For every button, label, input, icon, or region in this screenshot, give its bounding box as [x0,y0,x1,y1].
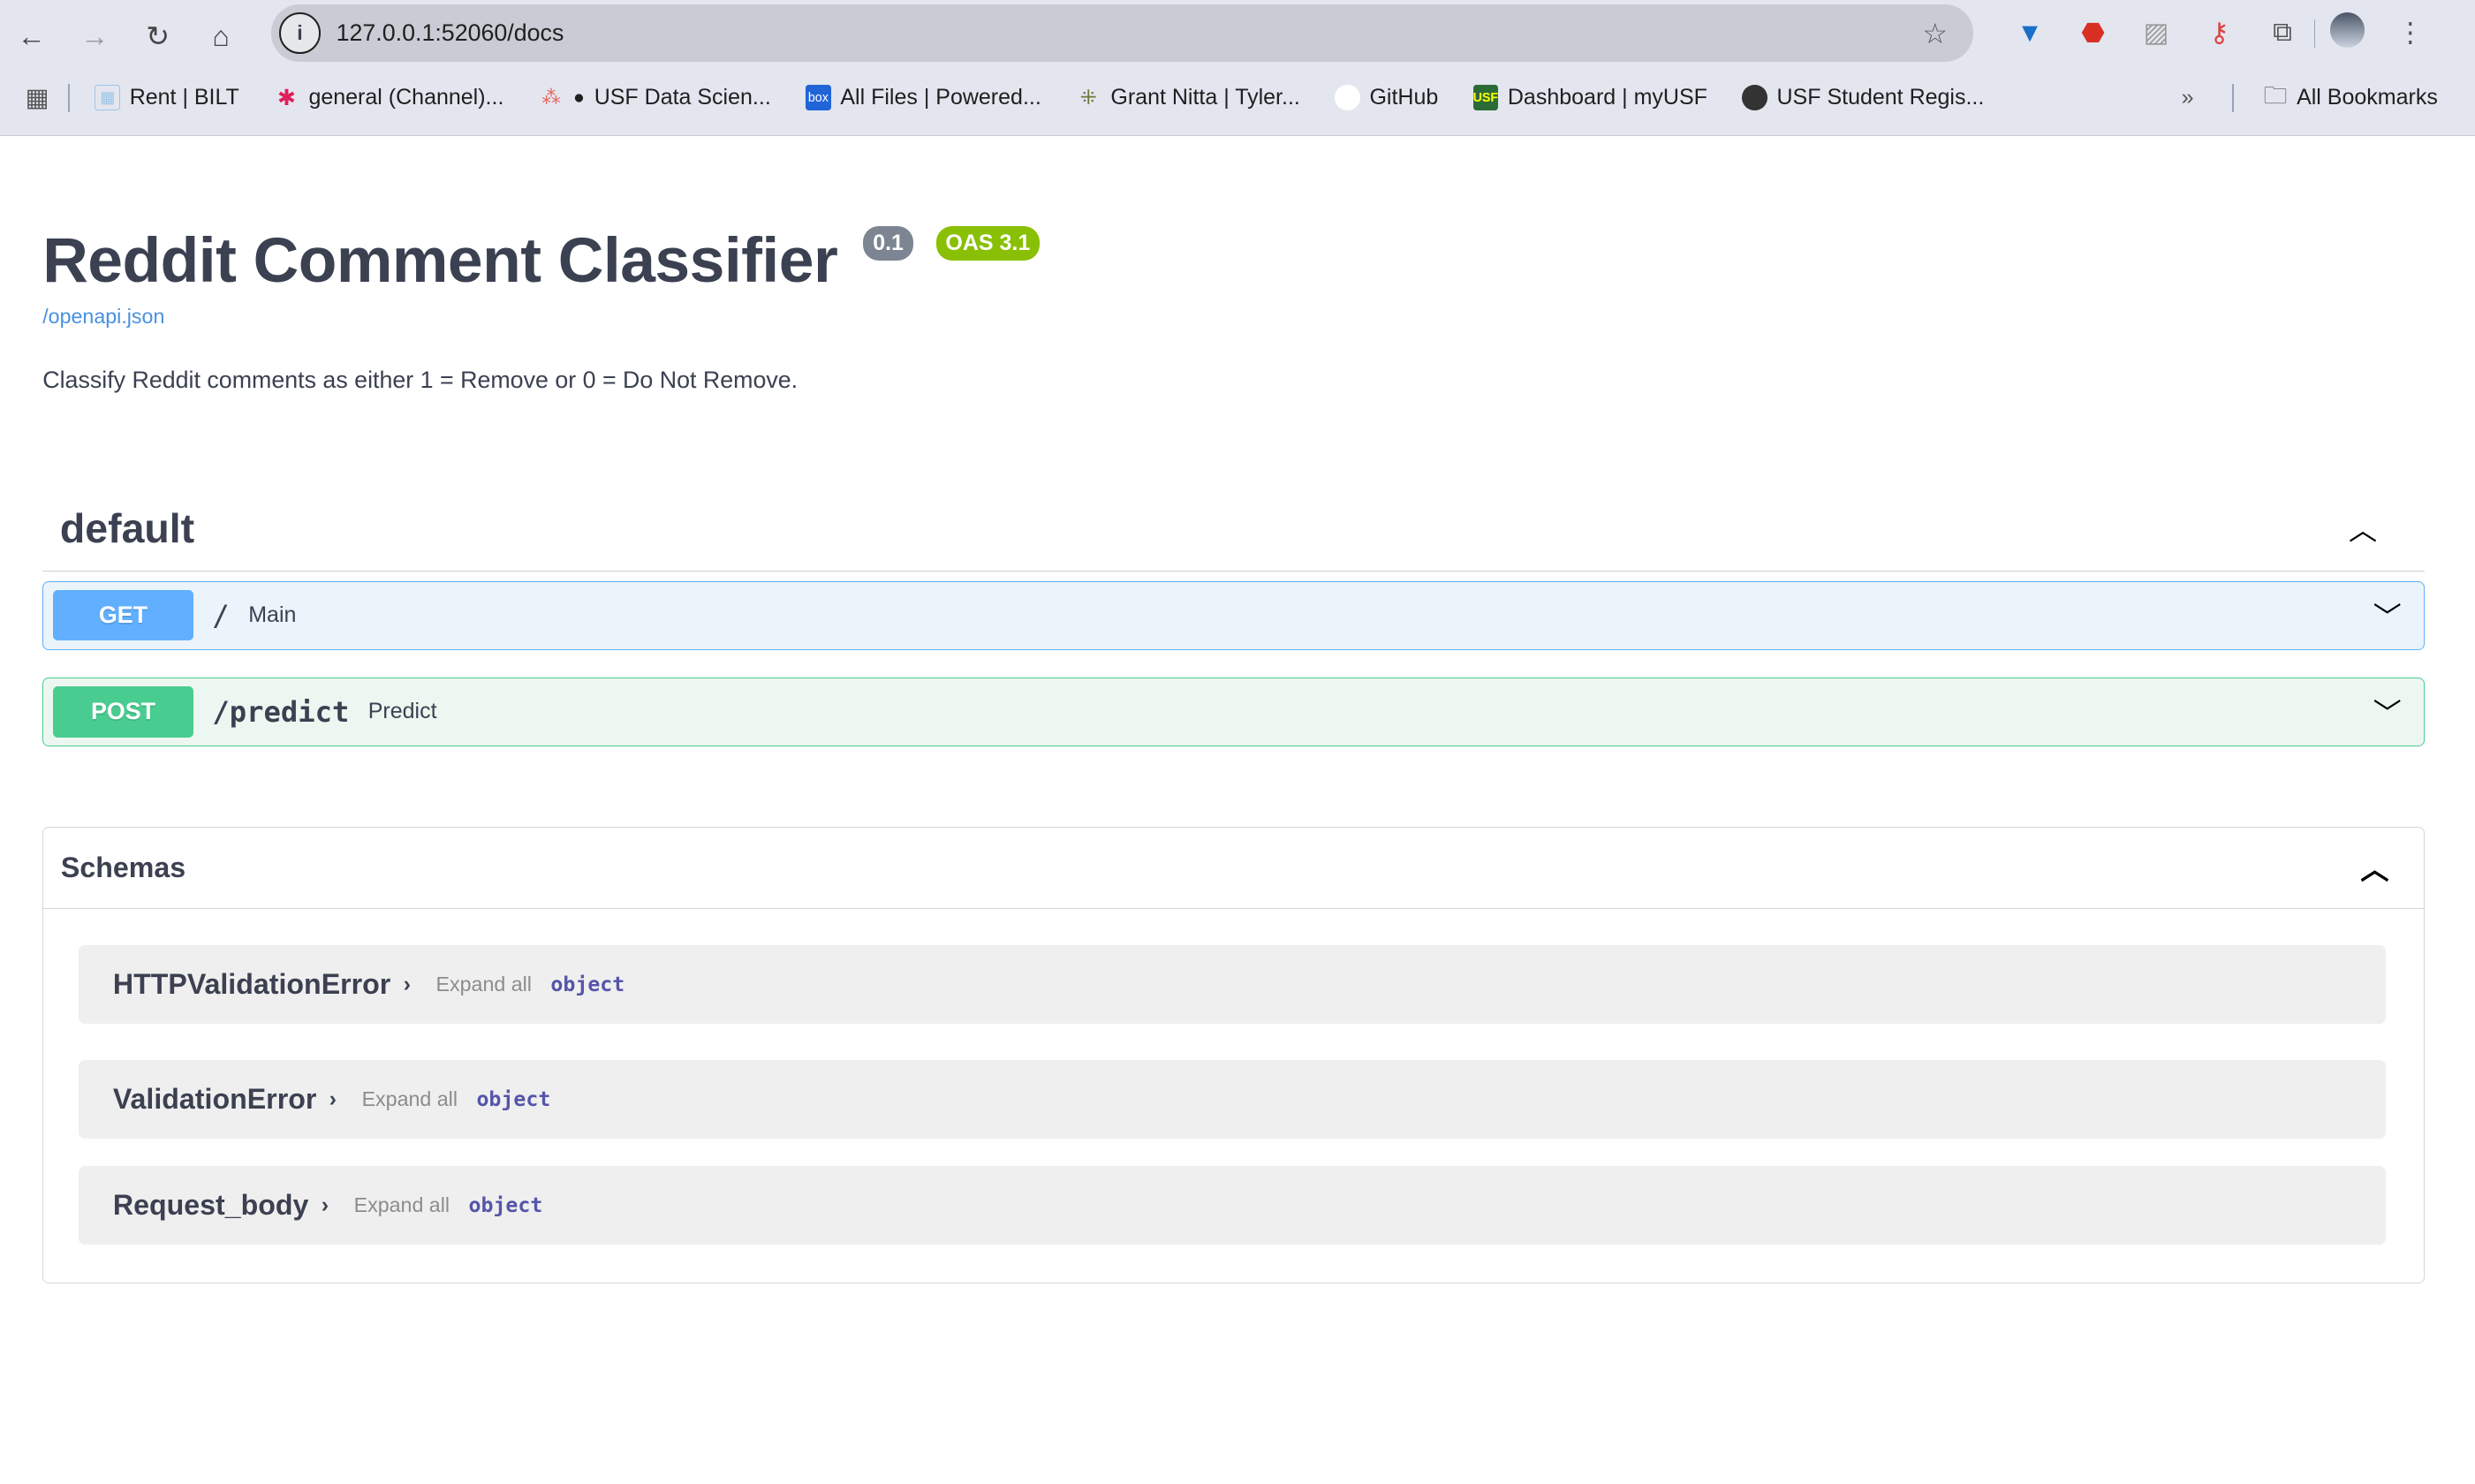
bookmark-label: Grant Nitta | Tyler... [1110,85,1300,110]
operation-path: / [212,598,230,632]
forward-icon[interactable]: → [63,20,125,53]
extension-pin-icon[interactable]: ▼ [1998,19,2061,49]
chevron-down-icon[interactable]: ﹀ [2373,692,2402,732]
extensions-puzzle-icon[interactable]: ⧉ [2251,18,2313,49]
bookmark-usf-student-reg[interactable]: USF Student Regis... [1742,85,1985,111]
usf-icon: USF [1472,85,1499,111]
network-icon: ⁜ [1079,86,1098,110]
bookmark-label: Dashboard | myUSF [1507,85,1707,110]
tag-section-default[interactable]: default ︿ [42,486,2425,572]
box-icon: box [806,85,831,111]
model-httpvalidationerror[interactable]: HTTPValidationError › Expand all object [78,944,2387,1024]
asana-icon: ⁂ [541,87,561,109]
version-badge: 0.1 [863,225,913,261]
chevron-right-icon[interactable]: › [404,972,411,997]
reload-icon[interactable]: ↻ [126,19,189,53]
model-type: object [476,1087,551,1112]
adblock-icon[interactable]: ⬣ [2062,18,2124,49]
browser-chrome: ← → ↻ ⌂ i 127.0.0.1:52060/docs ☆ ▼ ⬣ ▨ ⚷… [0,0,2475,136]
divider [68,83,70,112]
model-name[interactable]: HTTPValidationError [113,968,390,1001]
dot-icon: ● [573,87,585,109]
schemas-title: Schemas [60,851,186,883]
api-description: Classify Reddit comments as either 1 = R… [42,366,799,393]
operation-post-predict[interactable]: POST /predict Predict ﹀ [42,677,2425,747]
expand-all-button[interactable]: Expand all [354,1193,450,1217]
method-badge-post: POST [52,686,193,738]
model-validationerror[interactable]: ValidationError › Expand all object [78,1060,2387,1140]
chevron-down-icon[interactable]: ﹀ [2373,595,2402,636]
model-request-body[interactable]: Request_body › Expand all object [78,1165,2387,1246]
openapi-json-link[interactable]: /openapi.json [42,305,164,329]
apps-grid-icon[interactable]: ▦ [26,82,49,113]
model-name[interactable]: Request_body [113,1189,309,1222]
globe-icon [1742,85,1767,111]
bookmarks-bar: ▦ ▦ Rent | BILT ✱ general (Channel)... ⁂ ● U… [0,79,2475,117]
bookmark-label: All Files | Powered... [840,85,1041,110]
operation-summary: Main [248,602,297,628]
bookmark-box-all-files[interactable]: box All Files | Powered... [806,85,1041,111]
slack-icon: ✱ [276,85,296,110]
bookmark-usf-data-science[interactable]: ⁂ ● USF Data Scien... [539,85,771,110]
chevron-right-icon[interactable]: › [322,1192,329,1218]
schemas-header[interactable]: Schemas ︿ [43,828,2424,909]
bookmark-label: USF Data Scien... [594,85,771,110]
bookmark-star-icon[interactable]: ☆ [1922,17,1948,50]
bookmark-grant-nitta[interactable]: ⁜ Grant Nitta | Tyler... [1076,85,1300,110]
method-badge-get: GET [52,590,193,641]
more-bookmarks-chevron-icon[interactable]: » [2182,85,2194,110]
back-icon[interactable]: ← [0,20,63,53]
bookmark-github[interactable]: GitHub [1335,85,1439,111]
api-title: Reddit Comment Classifier [42,224,838,296]
home-icon[interactable]: ⌂ [189,20,252,53]
menu-kebab-icon[interactable]: ⋮ [2379,18,2441,49]
swagger-page: Reddit Comment Classifier 0.1 OAS 3.1 /o… [0,136,2475,1484]
url-text[interactable]: 127.0.0.1:52060/docs [337,19,564,47]
divider [2231,83,2234,112]
key-icon[interactable]: ⚷ [2188,18,2251,49]
extension-icon[interactable]: ▨ [2124,18,2187,49]
chevron-up-icon[interactable]: ︿ [2349,508,2377,549]
bookmark-label: USF Student Regis... [1776,85,1985,110]
chevron-up-icon[interactable]: ︿ [2360,847,2388,888]
operation-get-root[interactable]: GET / Main ﹀ [42,580,2425,651]
bookmark-slack-general[interactable]: ✱ general (Channel)... [274,85,503,110]
tag-title: default [59,505,195,552]
chevron-right-icon[interactable]: › [329,1086,337,1112]
bookmark-label: GitHub [1369,85,1439,110]
expand-all-button[interactable]: Expand all [436,973,532,996]
model-type: object [550,972,625,996]
address-bar[interactable]: i 127.0.0.1:52060/docs ☆ [271,4,1973,62]
site-info-icon[interactable]: i [279,12,321,54]
schemas-section: Schemas ︿ HTTPValidationError › Expand al… [42,827,2425,1283]
folder-icon: 🗀 [2263,81,2288,109]
all-bookmarks-folder[interactable]: 🗀 All Bookmarks [2264,78,2438,118]
github-icon [1335,85,1360,111]
model-name[interactable]: ValidationError [113,1083,317,1116]
operation-summary: Predict [367,699,437,724]
bookmark-myusf[interactable]: USF Dashboard | myUSF [1472,85,1707,111]
operation-path: /predict [212,694,350,729]
bookmark-label: All Bookmarks [2297,85,2438,110]
profile-avatar[interactable] [2315,12,2378,54]
model-type: object [468,1192,543,1217]
browser-window: ← → ↻ ⌂ i 127.0.0.1:52060/docs ☆ ▼ ⬣ ▨ ⚷… [0,0,2475,1484]
oas-badge: OAS 3.1 [935,225,1040,261]
bookmark-label: general (Channel)... [308,85,504,110]
table-icon: ▦ [95,85,120,111]
expand-all-button[interactable]: Expand all [362,1087,458,1111]
bookmark-label: Rent | BILT [129,85,239,110]
bookmark-rent-bilt[interactable]: ▦ Rent | BILT [95,85,239,111]
